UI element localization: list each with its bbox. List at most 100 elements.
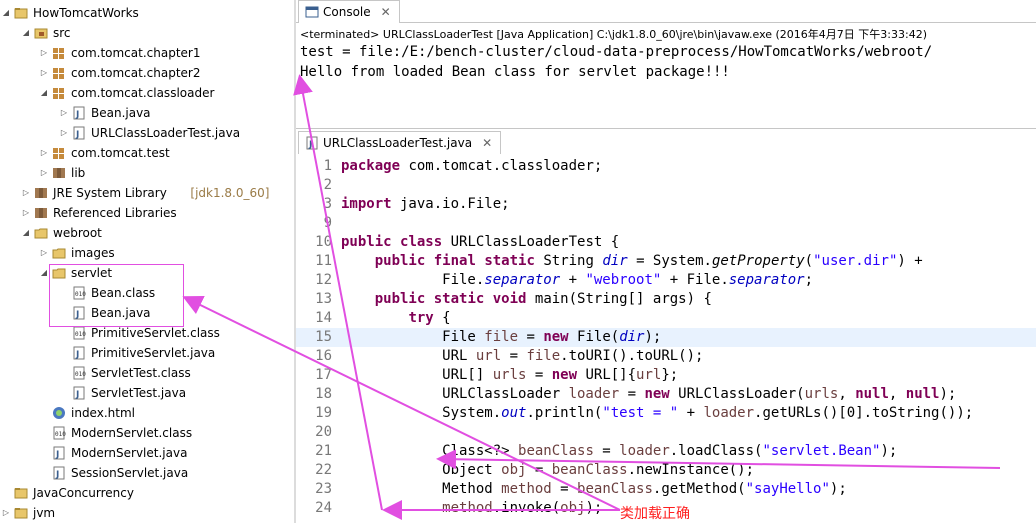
tree-item[interactable]: ▷ com.tomcat.chapter1	[0, 43, 294, 63]
tree-item[interactable]: 010 ServletTest.class	[0, 363, 294, 383]
code-line[interactable]: 20	[296, 423, 1036, 442]
collapsed-twisty-icon[interactable]: ▷	[0, 503, 12, 523]
tree-item[interactable]: ▷ com.tomcat.chapter2	[0, 63, 294, 83]
code-line[interactable]: 19 System.out.println("test = " + loader…	[296, 404, 1036, 423]
close-icon[interactable]: ✕	[482, 136, 492, 150]
tree-item[interactable]: ▷ images	[0, 243, 294, 263]
tree-item[interactable]: ▷ JRE System Library [jdk1.8.0_60]	[0, 183, 294, 203]
html-file-icon	[53, 407, 65, 419]
code-line[interactable]: 18 URLClassLoader loader = new URLClassL…	[296, 385, 1036, 404]
code-text: public final static String dir = System.…	[374, 253, 923, 269]
collapsed-twisty-icon[interactable]: ▷	[58, 103, 70, 123]
collapsed-twisty-icon[interactable]: ▷	[20, 203, 32, 223]
tree-item-label: ServletTest.java	[91, 386, 187, 400]
code-text: import java.io.File;	[341, 196, 510, 212]
tree-item-label: Bean.java	[91, 106, 151, 120]
tree-item[interactable]: JavaConcurrency	[0, 483, 294, 503]
tab-urlclassloadertest-java[interactable]: J URLClassLoaderTest.java ✕	[298, 131, 502, 154]
code-line[interactable]: 3 import java.io.File;	[296, 195, 1036, 214]
library-icon	[35, 188, 47, 198]
code-line[interactable]: 9	[296, 214, 1036, 233]
code-line[interactable]: 10 public class URLClassLoaderTest {	[296, 233, 1036, 252]
code-line[interactable]: 16 URL url = file.toURI().toURL();	[296, 347, 1036, 366]
collapsed-twisty-icon[interactable]: ▷	[38, 63, 50, 83]
collapsed-twisty-icon[interactable]: ▷	[38, 43, 50, 63]
line-number: 3	[323, 196, 332, 212]
library-icon	[35, 208, 47, 218]
close-icon[interactable]: ✕	[381, 5, 391, 19]
folder-icon	[52, 248, 66, 259]
code-line[interactable]: 21 Class<?> beanClass = loader.loadClass…	[296, 442, 1036, 461]
code-line[interactable]: 2	[296, 176, 1036, 195]
tree-item[interactable]: ▷ Referenced Libraries	[0, 203, 294, 223]
tab-console[interactable]: Console ✕	[298, 0, 400, 23]
tree-item[interactable]: ◢ com.tomcat.classloader	[0, 83, 294, 103]
tree-item-label: lib	[71, 166, 86, 180]
expanded-twisty-icon[interactable]: ◢	[38, 83, 50, 103]
expanded-twisty-icon[interactable]: ◢	[20, 23, 32, 43]
tree-item[interactable]: ▷ J URLClassLoaderTest.java	[0, 123, 294, 143]
svg-text:J: J	[75, 350, 79, 360]
code-line[interactable]: 22 Object obj = beanClass.newInstance();	[296, 461, 1036, 480]
code-line[interactable]: 17 URL[] urls = new URL[]{url};	[296, 366, 1036, 385]
tree-item[interactable]: ◢ src	[0, 23, 294, 43]
tree-item[interactable]: ▷ lib	[0, 163, 294, 183]
collapsed-twisty-icon[interactable]: ▷	[58, 123, 70, 143]
collapsed-twisty-icon[interactable]: ▷	[20, 183, 32, 203]
tree-item[interactable]: ◢ HowTomcatWorks	[0, 3, 294, 23]
code-line[interactable]: 14 try {	[296, 309, 1036, 328]
tree-item-label: com.tomcat.test	[71, 146, 170, 160]
tree-item-label: PrimitiveServlet.java	[91, 346, 216, 360]
expanded-twisty-icon[interactable]: ◢	[0, 3, 12, 23]
tree-item[interactable]: index.html	[0, 403, 294, 423]
tree-item[interactable]: ▷ J Bean.java	[0, 103, 294, 123]
tree-item[interactable]: ▷ jvm	[0, 503, 294, 523]
class-file-icon: 010	[73, 326, 86, 340]
tree-item-decoration: [jdk1.8.0_60]	[190, 186, 270, 200]
tree-item[interactable]: J ServletTest.java	[0, 383, 294, 403]
svg-text:J: J	[75, 390, 79, 400]
library-icon	[53, 168, 65, 178]
code-line[interactable]: 13 public static void main(String[] args…	[296, 290, 1036, 309]
collapsed-twisty-icon[interactable]: ▷	[38, 243, 50, 263]
code-text: method.invoke(obj);	[442, 500, 603, 516]
code-text: try {	[408, 310, 451, 326]
tree-item[interactable]: J PrimitiveServlet.java	[0, 343, 294, 363]
tree-item-label: SessionServlet.java	[71, 466, 189, 480]
tree-item-label: com.tomcat.classloader	[71, 86, 215, 100]
tree-item[interactable]: 010 ModernServlet.class	[0, 423, 294, 443]
line-number: 10	[315, 234, 332, 250]
editor-tab-label: URLClassLoaderTest.java	[323, 136, 473, 150]
line-number: 22	[315, 462, 332, 478]
code-text: URLClassLoader loader = new URLClassLoad…	[341, 386, 957, 402]
code-line[interactable]: 15 File file = new File(dir);	[296, 328, 1036, 347]
expanded-twisty-icon[interactable]: ◢	[20, 223, 32, 243]
tree-item[interactable]: J ModernServlet.java	[0, 443, 294, 463]
java-file-icon: J	[73, 126, 85, 140]
code-line[interactable]: 23 Method method = beanClass.getMethod("…	[296, 480, 1036, 499]
class-file-icon: 010	[53, 426, 66, 440]
collapsed-twisty-icon[interactable]: ▷	[38, 163, 50, 183]
tree-item-label: HowTomcatWorks	[33, 6, 139, 20]
code-text: Method method = beanClass.getMethod("say…	[341, 481, 847, 497]
code-line[interactable]: 12 File.separator + "webroot" + File.sep…	[296, 271, 1036, 290]
project-icon	[14, 488, 28, 499]
tree-item-label: ModernServlet.java	[71, 446, 188, 460]
editor-tab-bar: J URLClassLoaderTest.java ✕	[296, 129, 1036, 155]
tree-item-label: jvm	[33, 506, 56, 520]
tree-item-label: ServletTest.class	[91, 366, 191, 380]
tree-item-label: com.tomcat.chapter1	[71, 46, 201, 60]
tree-item[interactable]: ▷ com.tomcat.test	[0, 143, 294, 163]
tree-item[interactable]: ◢ webroot	[0, 223, 294, 243]
console-tab-bar: Console ✕	[296, 0, 1036, 23]
code-line[interactable]: 1 package com.tomcat.classloader;	[296, 157, 1036, 176]
folder-icon	[34, 228, 48, 239]
project-icon	[14, 508, 28, 519]
tree-item-label: JRE System Library	[53, 186, 167, 200]
collapsed-twisty-icon[interactable]: ▷	[38, 143, 50, 163]
code-line[interactable]: 11 public final static String dir = Syst…	[296, 252, 1036, 271]
java-file-icon: J	[53, 446, 65, 460]
java-file-icon: J	[306, 136, 318, 150]
package-icon	[53, 48, 64, 59]
tree-item[interactable]: J SessionServlet.java	[0, 463, 294, 483]
